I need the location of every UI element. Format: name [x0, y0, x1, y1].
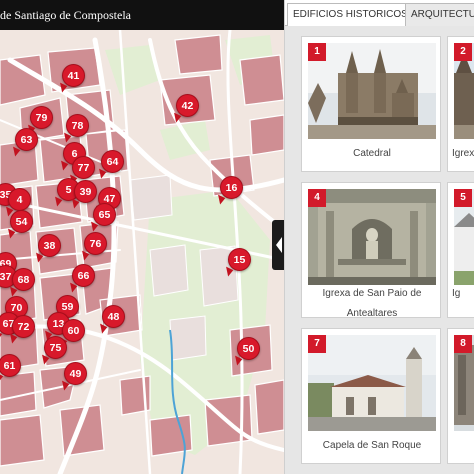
- map-marker[interactable]: 63: [15, 128, 38, 151]
- card-number-badge: 7: [308, 335, 326, 353]
- map-header: de Santiago de Compostela: [0, 0, 284, 30]
- card-photo: [308, 335, 436, 431]
- card-caption: Ig: [452, 288, 461, 299]
- card-igrexa[interactable]: 2 Igrex: [447, 36, 474, 172]
- map-marker[interactable]: 49: [64, 362, 87, 385]
- map-marker[interactable]: 38: [38, 234, 61, 257]
- map-marker[interactable]: 60: [62, 319, 85, 342]
- map-marker[interactable]: 42: [176, 94, 199, 117]
- side-panel: EDIFICIOS HISTORICOS ARQUITECTU 1 Catedr…: [284, 0, 474, 474]
- map-pane[interactable]: de Santiago de Compostela 41 42 79 78 63…: [0, 0, 284, 474]
- map-marker[interactable]: 15: [228, 248, 251, 271]
- card-8[interactable]: 8: [447, 328, 474, 464]
- tab-arquitectura[interactable]: ARQUITECTU: [405, 3, 474, 26]
- map-marker[interactable]: 66: [72, 264, 95, 287]
- map-marker[interactable]: 76: [84, 232, 107, 255]
- map-marker[interactable]: 48: [102, 305, 125, 328]
- map-marker[interactable]: 79: [30, 106, 53, 129]
- card-number-badge: 1: [308, 43, 326, 61]
- map-marker[interactable]: 78: [66, 114, 89, 137]
- map-marker[interactable]: 41: [62, 64, 85, 87]
- map-marker[interactable]: 4: [8, 188, 31, 211]
- map-marker[interactable]: 72: [12, 315, 35, 338]
- map-marker[interactable]: 75: [44, 336, 67, 359]
- card-photo: [308, 43, 436, 139]
- panel-collapse-handle[interactable]: [272, 220, 284, 270]
- map-marker[interactable]: 54: [10, 210, 33, 233]
- card-number-badge: 2: [454, 43, 472, 61]
- card-catedral[interactable]: 1 Catedral: [301, 36, 441, 172]
- card-5[interactable]: 5 Ig: [447, 182, 474, 318]
- card-grid: 1 Catedral 2 Igrex 4 Igrexa de San Paio …: [285, 26, 474, 474]
- map-title: de Santiago de Compostela: [0, 8, 131, 22]
- card-caption: Igrex: [452, 148, 474, 159]
- card-caption-line-2: Antealtares: [346, 308, 398, 318]
- map-marker[interactable]: 16: [220, 176, 243, 199]
- map-marker[interactable]: 68: [12, 268, 35, 291]
- card-number-badge: 8: [454, 335, 472, 353]
- card-caption: Igrexa de San Paio de: [322, 288, 422, 299]
- chevron-left-icon: [276, 237, 282, 253]
- card-san-roque[interactable]: 7 Capela de San Roque: [301, 328, 441, 464]
- card-san-paio[interactable]: 4 Igrexa de San Paio de Antealtares: [301, 182, 441, 318]
- map-marker[interactable]: 50: [237, 337, 260, 360]
- tab-bar: EDIFICIOS HISTORICOS ARQUITECTU: [285, 0, 474, 27]
- card-photo: [308, 189, 436, 285]
- map-marker[interactable]: 65: [93, 203, 116, 226]
- card-caption: Capela de San Roque: [322, 440, 422, 451]
- map-marker[interactable]: 39: [74, 180, 97, 203]
- card-number-badge: 5: [454, 189, 472, 207]
- card-number-badge: 4: [308, 189, 326, 207]
- map-marker[interactable]: 64: [101, 150, 124, 173]
- map-marker[interactable]: 77: [72, 156, 95, 179]
- card-caption: Catedral: [353, 148, 391, 159]
- tab-edificios-historicos[interactable]: EDIFICIOS HISTORICOS: [287, 3, 414, 27]
